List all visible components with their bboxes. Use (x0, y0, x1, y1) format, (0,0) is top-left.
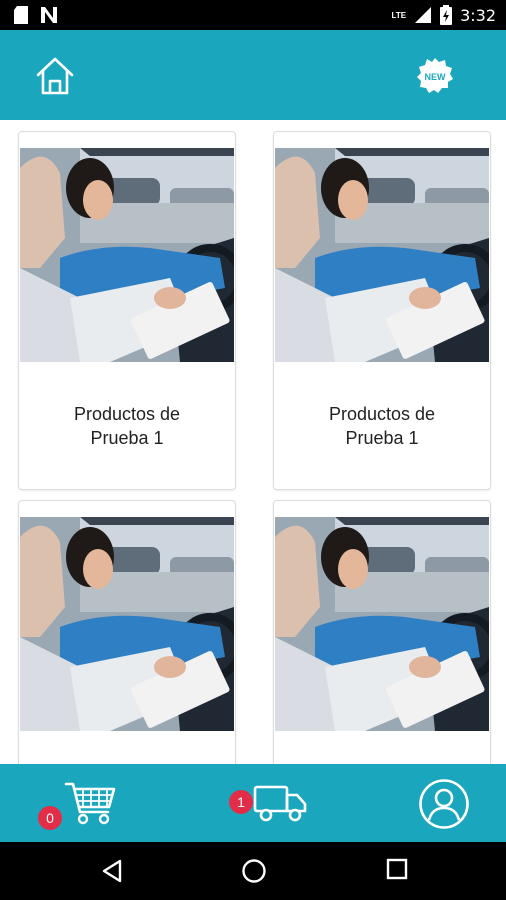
home-icon[interactable] (33, 54, 77, 98)
product-title: Productos de Prueba 1 (73, 404, 181, 448)
orders-count-badge: 1 (229, 790, 253, 814)
network-type: LTE (391, 10, 407, 20)
driving-lesson-photo (275, 148, 489, 362)
product-card[interactable]: Productos de Prueba 1 (18, 131, 236, 490)
product-card[interactable] (273, 500, 491, 764)
driving-lesson-photo (275, 517, 489, 731)
product-grid-scroll[interactable]: Productos de Prueba 1 Productos de Prueb… (0, 120, 506, 764)
product-card[interactable]: Productos de Prueba 1 (273, 131, 491, 490)
user-profile-icon (419, 779, 469, 829)
n-notification-icon (41, 7, 57, 23)
product-card[interactable] (18, 500, 236, 764)
driving-lesson-photo (20, 517, 234, 731)
recents-icon[interactable] (386, 858, 408, 880)
sd-card-icon (14, 6, 28, 24)
system-nav-bar (0, 842, 506, 900)
product-title: Productos de Prueba 1 (328, 404, 436, 448)
bottom-bar: 0 1 (0, 764, 506, 842)
new-badge-label: NEW (425, 72, 447, 82)
cart-count-badge: 0 (38, 806, 62, 830)
back-icon[interactable] (100, 858, 124, 884)
truck-icon (253, 785, 307, 822)
signal-icon (415, 7, 432, 23)
cart-button[interactable]: 0 (38, 780, 118, 830)
cart-icon (64, 782, 116, 825)
driving-lesson-photo (20, 148, 234, 362)
top-app-bar: NEW (0, 30, 506, 120)
home-circle-icon[interactable] (241, 858, 267, 884)
new-badge-icon[interactable]: NEW (416, 57, 454, 95)
status-bar: LTE 3:32 (0, 0, 506, 30)
status-time: 3:32 (460, 5, 496, 25)
profile-button[interactable] (418, 778, 470, 830)
battery-icon (440, 5, 453, 25)
orders-button[interactable]: 1 (229, 784, 309, 826)
